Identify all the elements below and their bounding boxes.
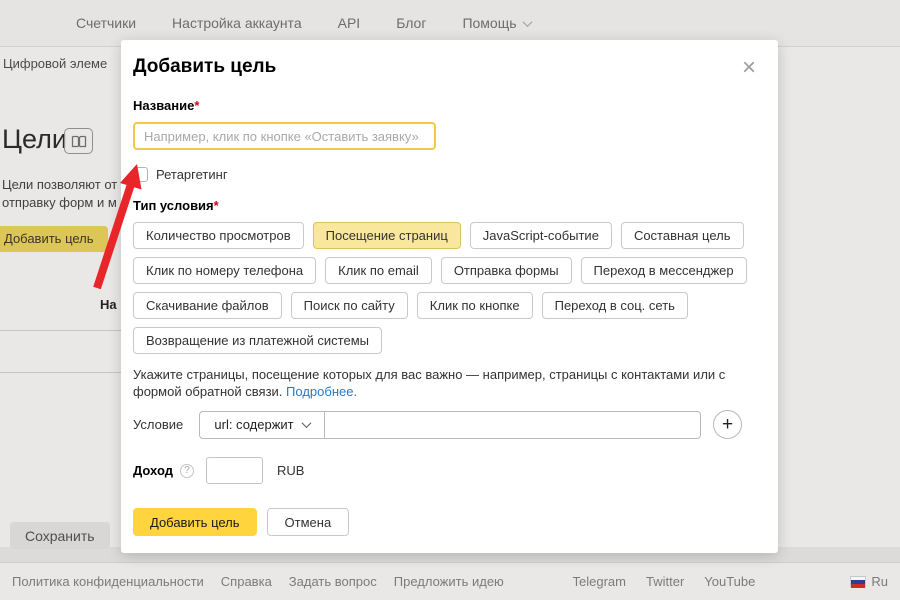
type-option-site-search[interactable]: Поиск по сайту — [291, 292, 408, 319]
condition-value-input[interactable] — [325, 411, 701, 439]
modal-actions: Добавить цель Отмена — [133, 508, 766, 536]
submit-add-goal-button[interactable]: Добавить цель — [133, 508, 257, 536]
breadcrumb: Цифровой элеме — [3, 56, 107, 71]
table-row-divider — [0, 372, 122, 373]
type-option-phone-click[interactable]: Клик по номеру телефона — [133, 257, 316, 284]
currency-label: RUB — [277, 463, 304, 478]
nav-api[interactable]: API — [338, 15, 361, 31]
cancel-button[interactable]: Отмена — [267, 508, 350, 536]
language-switcher[interactable]: Ru — [850, 574, 888, 589]
footer-twitter-link[interactable]: Twitter — [646, 574, 684, 589]
name-field-label: Название* — [133, 98, 766, 114]
condition-type-label: Тип условия* — [133, 198, 766, 214]
russian-flag-icon — [850, 576, 866, 587]
language-label: Ru — [871, 574, 888, 589]
help-icon[interactable]: ? — [180, 464, 194, 478]
retargeting-label: Ретаргетинг — [156, 167, 228, 182]
footer-help-link[interactable]: Справка — [221, 574, 272, 589]
type-label-text: Тип условия — [133, 198, 214, 213]
name-label-text: Название — [133, 98, 194, 113]
learn-more-link[interactable]: Подробнее. — [286, 384, 357, 399]
type-option-social-network[interactable]: Переход в соц. сеть — [542, 292, 688, 319]
background-add-goal-button[interactable]: Добавить цель — [0, 226, 108, 252]
required-asterisk: * — [194, 98, 199, 113]
type-option-button-click[interactable]: Клик по кнопке — [417, 292, 533, 319]
type-option-pageviews[interactable]: Количество просмотров — [133, 222, 304, 249]
nav-account-settings[interactable]: Настройка аккаунта — [172, 15, 302, 31]
nav-help[interactable]: Помощь — [462, 15, 530, 31]
chevron-down-icon — [522, 17, 532, 27]
save-button[interactable]: Сохранить — [10, 522, 110, 549]
modal-title: Добавить цель — [133, 56, 766, 80]
condition-label: Условие — [133, 417, 199, 432]
type-option-composite[interactable]: Составная цель — [621, 222, 744, 249]
nav-counters[interactable]: Счетчики — [76, 15, 136, 31]
type-option-file-download[interactable]: Скачивание файлов — [133, 292, 282, 319]
page-title: Цели — [2, 124, 67, 155]
condition-row: Условие url: содержит + — [133, 410, 766, 439]
goals-description-line1: Цели позволяют от — [2, 177, 117, 192]
type-option-js-event[interactable]: JavaScript-событие — [470, 222, 612, 249]
close-icon[interactable]: × — [742, 56, 756, 80]
footer-telegram-link[interactable]: Telegram — [573, 574, 626, 589]
goals-table-header: На — [100, 297, 117, 312]
add-condition-button[interactable]: + — [713, 410, 742, 439]
goals-description-line2: отправку форм и м — [2, 195, 117, 210]
add-goal-modal: Добавить цель × Название* Ретаргетинг Ти… — [121, 40, 778, 553]
nav-blog[interactable]: Блог — [396, 15, 426, 31]
nav-help-label: Помощь — [462, 15, 516, 31]
type-option-email-click[interactable]: Клик по email — [325, 257, 432, 284]
type-option-page-visit[interactable]: Посещение страниц — [313, 222, 461, 249]
goal-name-input[interactable] — [133, 122, 436, 150]
footer-ask-question-link[interactable]: Задать вопрос — [289, 574, 377, 589]
condition-operator-select[interactable]: url: содержит — [199, 411, 325, 439]
table-row-divider — [0, 330, 122, 331]
type-option-form-submit[interactable]: Отправка формы — [441, 257, 572, 284]
type-option-payment-return[interactable]: Возвращение из платежной системы — [133, 327, 382, 354]
docs-book-button[interactable] — [64, 128, 93, 154]
footer-privacy-link[interactable]: Политика конфиденциальности — [12, 574, 204, 589]
revenue-input[interactable] — [206, 457, 263, 484]
revenue-label: Доход — [133, 463, 173, 478]
book-icon — [71, 135, 87, 148]
condition-operator-value: url: содержит — [214, 417, 293, 432]
chevron-down-icon — [301, 418, 311, 428]
condition-type-options: Количество просмотров Посещение страниц … — [133, 222, 766, 354]
retargeting-checkbox[interactable] — [133, 167, 148, 182]
footer: Политика конфиденциальности Справка Зада… — [0, 562, 900, 600]
type-option-messenger[interactable]: Переход в мессенджер — [581, 257, 747, 284]
revenue-row: Доход ? RUB — [133, 457, 766, 484]
required-asterisk: * — [214, 198, 219, 213]
hint-text: Укажите страницы, посещение которых для … — [133, 367, 725, 399]
footer-suggest-idea-link[interactable]: Предложить идею — [394, 574, 504, 589]
page-visit-hint: Укажите страницы, посещение которых для … — [133, 366, 773, 400]
footer-youtube-link[interactable]: YouTube — [704, 574, 755, 589]
